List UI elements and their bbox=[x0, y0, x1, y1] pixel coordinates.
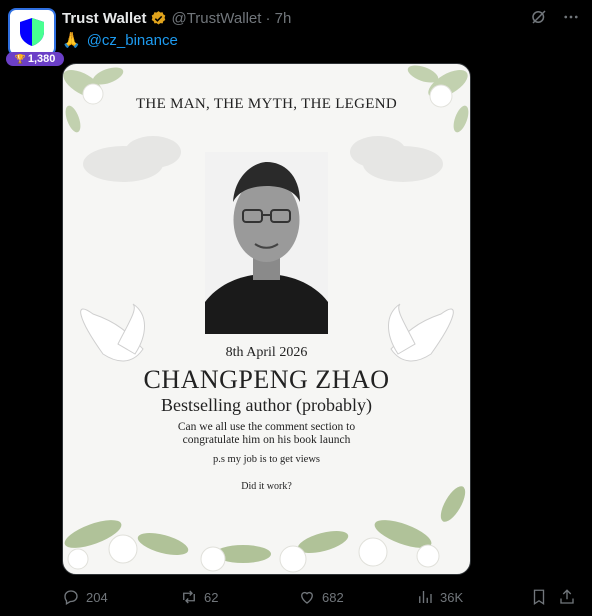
trophy-icon: 🏆 bbox=[14, 53, 26, 64]
media-top-line: THE MAN, THE MYTH, THE LEGEND bbox=[135, 96, 398, 112]
media-ask-line2: congratulate him on his book launch bbox=[182, 434, 351, 446]
like-button[interactable]: 682 bbox=[298, 588, 416, 606]
media-question: Did it work? bbox=[241, 481, 292, 492]
author-handle[interactable]: @TrustWallet bbox=[171, 10, 261, 27]
portrait-photo bbox=[205, 152, 328, 334]
share-icon bbox=[560, 589, 574, 604]
action-bar: 204 62 682 36K bbox=[62, 586, 582, 608]
media-ask: Can we all use the comment section to co… bbox=[63, 421, 470, 447]
more-icon[interactable] bbox=[562, 8, 580, 26]
portrait-silhouette bbox=[205, 152, 328, 334]
grok-icon[interactable] bbox=[530, 8, 548, 26]
author-name[interactable]: Trust Wallet bbox=[62, 10, 146, 27]
repost-icon bbox=[183, 590, 195, 604]
reply-icon bbox=[64, 590, 78, 605]
media-name: CHANGPENG ZHAO bbox=[143, 365, 390, 394]
repost-count: 62 bbox=[204, 589, 219, 605]
views-icon bbox=[419, 591, 432, 603]
views-count: 36K bbox=[440, 589, 464, 605]
pray-emoji: 🙏 bbox=[62, 32, 81, 49]
like-count: 682 bbox=[322, 589, 344, 605]
media-ask-line1: Can we all use the comment section to bbox=[177, 421, 356, 433]
shield-icon bbox=[20, 18, 44, 46]
mention-link[interactable]: @cz_binance bbox=[87, 32, 178, 49]
verified-icon bbox=[152, 10, 166, 25]
tweet-header: Trust Wallet @TrustWallet · 7h bbox=[62, 8, 582, 28]
repost-button[interactable]: 62 bbox=[180, 588, 298, 606]
media-date: 8th April 2026 bbox=[225, 345, 308, 360]
reply-button[interactable]: 204 bbox=[62, 588, 180, 606]
bookmark-icon bbox=[533, 589, 545, 606]
badge-count: 🏆 1,380 bbox=[6, 52, 64, 66]
like-icon bbox=[301, 591, 313, 604]
avatar-container[interactable]: 🏆 1,380 bbox=[6, 6, 64, 66]
header-actions bbox=[530, 8, 580, 26]
share-button[interactable] bbox=[558, 588, 576, 606]
badge-count-text: 1,380 bbox=[27, 53, 56, 65]
avatar[interactable] bbox=[8, 8, 56, 56]
tweet-text: 🙏 @cz_binance bbox=[62, 31, 178, 50]
timestamp[interactable]: · 7h bbox=[265, 10, 291, 27]
bookmark-button[interactable] bbox=[530, 588, 548, 606]
views-button[interactable]: 36K bbox=[416, 588, 516, 606]
media-ps: p.s my job is to get views bbox=[212, 454, 321, 465]
media-subtitle: Bestselling author (probably) bbox=[161, 395, 372, 415]
tweet-image[interactable]: THE MAN, THE MYTH, THE LEGEND 8th April … bbox=[62, 63, 471, 575]
reply-count: 204 bbox=[86, 589, 108, 605]
